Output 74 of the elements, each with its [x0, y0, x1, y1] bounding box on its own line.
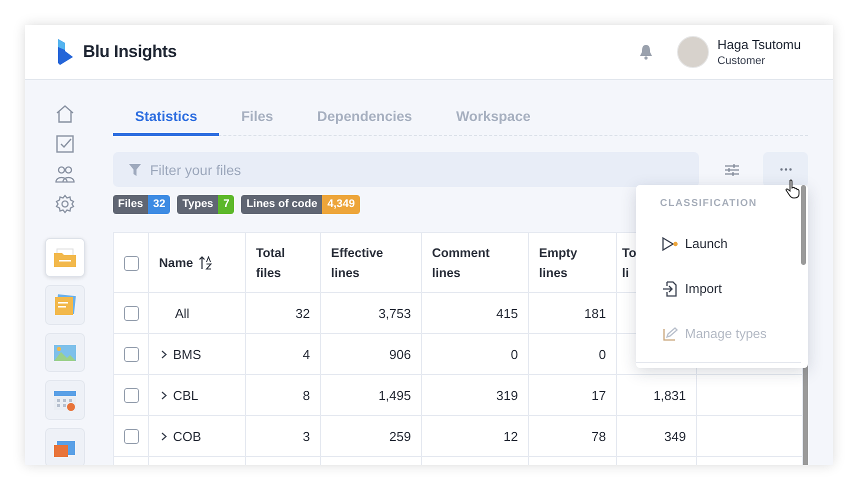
- picture-icon: [53, 342, 77, 363]
- table-cell: 17: [528, 374, 616, 416]
- badge-label: Types: [177, 195, 218, 214]
- column-header[interactable]: Empty lines: [528, 232, 616, 292]
- checkbox[interactable]: [124, 347, 138, 362]
- column-header[interactable]: Total files: [246, 232, 320, 292]
- table-cell: 1,831: [616, 374, 696, 416]
- sort-icon[interactable]: [199, 256, 214, 270]
- row-name: COB: [173, 428, 202, 444]
- table-cell: 181: [528, 292, 616, 334]
- table-cell: 3,753: [320, 292, 422, 334]
- table-cell: 319: [422, 374, 528, 416]
- filter-field[interactable]: Filter your files: [113, 152, 699, 187]
- checkbox[interactable]: [124, 306, 138, 322]
- column-header[interactable]: Effective lines: [320, 232, 422, 292]
- table-cell: 32: [246, 292, 320, 334]
- menu-section-title: CLASSIFICATION: [659, 197, 758, 211]
- table-cell: 1,495: [320, 374, 422, 416]
- chevron-icon[interactable]: [161, 390, 167, 400]
- user-name: Haga Tsutomu: [717, 37, 801, 52]
- home-icon[interactable]: [55, 104, 75, 124]
- row-name: CBL: [173, 388, 198, 402]
- badge-count: 32: [148, 195, 170, 214]
- table-cell: 0: [528, 334, 616, 374]
- app-name: Blu Insights: [83, 42, 177, 62]
- checkbox[interactable]: [124, 256, 138, 271]
- checkbox[interactable]: [124, 429, 138, 444]
- avatar[interactable]: [677, 36, 710, 68]
- checklist-icon[interactable]: [55, 134, 75, 154]
- table-cell: 259: [320, 416, 422, 456]
- play-icon: [662, 236, 678, 250]
- bell-icon[interactable]: [639, 44, 654, 60]
- row-name: BMS: [173, 346, 202, 362]
- app-tile[interactable]: [45, 332, 85, 372]
- badge-label: Lines of code: [241, 195, 322, 214]
- more-icon: [780, 168, 792, 171]
- badge-count: 4,349: [322, 195, 360, 214]
- table-cell: 349: [616, 416, 696, 456]
- badge-count: 7: [218, 195, 234, 214]
- logo-icon: [56, 38, 74, 66]
- folder-icon: [53, 248, 77, 268]
- sliders-icon: [725, 164, 739, 176]
- table-cell: 12: [422, 416, 528, 456]
- tab[interactable]: Statistics: [113, 100, 220, 136]
- table-cell: 8: [246, 374, 320, 416]
- column-header[interactable]: Name: [159, 252, 194, 272]
- table-cell: 415: [422, 292, 528, 334]
- app-tile[interactable]: [45, 380, 85, 420]
- chevron-icon[interactable]: [161, 350, 167, 358]
- table-cell: 906: [320, 334, 422, 374]
- chevron-icon[interactable]: [161, 432, 167, 440]
- user-role: Customer: [717, 55, 766, 67]
- column-header[interactable]: Comment lines: [422, 232, 528, 292]
- app-tile[interactable]: [45, 285, 85, 325]
- app-tile[interactable]: [45, 238, 85, 278]
- scrollbar-thumb[interactable]: [801, 185, 806, 265]
- table-cell: 3: [246, 416, 320, 456]
- table-cell: 4: [246, 334, 320, 374]
- settings-icon[interactable]: [55, 194, 75, 214]
- filter-icon: [129, 164, 141, 176]
- column-header[interactable]: To li: [622, 242, 638, 282]
- users-icon[interactable]: [55, 164, 75, 184]
- import-icon: [662, 280, 678, 296]
- badge-label: Files: [113, 195, 148, 214]
- notes-icon: [53, 294, 77, 316]
- menu-item[interactable]: Launch: [636, 221, 801, 266]
- row-name: All: [175, 306, 190, 320]
- menu-item[interactable]: Import: [636, 266, 801, 311]
- table-cell: 0: [422, 334, 528, 374]
- app-tile[interactable]: [45, 428, 85, 465]
- checkbox[interactable]: [124, 388, 138, 404]
- more-button[interactable]: [763, 152, 808, 187]
- table-cell: 78: [528, 416, 616, 456]
- edit-icon: [662, 326, 678, 342]
